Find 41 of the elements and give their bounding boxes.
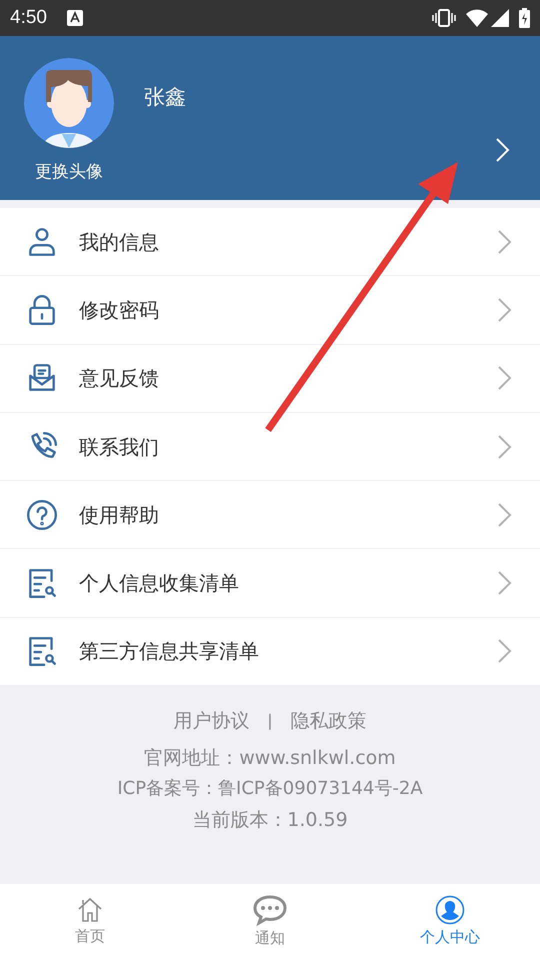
vibrate-icon (432, 9, 456, 27)
chevron-right-icon (496, 296, 514, 324)
website-text: 官网地址：www.snlkwl.com (144, 746, 396, 770)
chevron-right-icon (496, 432, 514, 461)
tab[interactable]: 个人中心 (360, 884, 540, 960)
avatar[interactable] (24, 58, 114, 148)
separator: | (267, 710, 273, 732)
menu-label: 使用帮助 (79, 502, 160, 529)
menu-label: 第三方信息共享清单 (79, 638, 260, 666)
help-icon (25, 498, 59, 532)
chevron-right-icon (496, 569, 514, 598)
home-icon (76, 896, 104, 924)
chevron-right-icon (496, 364, 514, 392)
icp-text: ICP备案号：鲁ICP备09073144号-2A (117, 777, 423, 802)
menu-item[interactable]: 修改密码 (0, 276, 540, 344)
battery-icon (519, 8, 530, 28)
profile-header[interactable]: 更换头像 张鑫 (0, 36, 540, 200)
chevron-right-icon (496, 500, 514, 529)
status-time: 4:50 (10, 6, 47, 30)
menu-item[interactable]: 使用帮助 (0, 481, 540, 548)
version-text: 当前版本：1.0.59 (192, 808, 348, 832)
menu-label: 意见反馈 (79, 365, 160, 392)
wifi-icon (466, 9, 488, 27)
chevron-right-icon (496, 228, 514, 256)
menu-item[interactable]: 联系我们 (0, 412, 540, 480)
signal-icon (491, 9, 509, 27)
menu-item[interactable]: 我的信息 (0, 208, 540, 276)
change-avatar-link[interactable]: 更换头像 (35, 160, 103, 186)
user-name: 张鑫 (144, 84, 186, 111)
menu-label: 个人信息收集清单 (79, 570, 240, 598)
chevron-right-icon (496, 637, 514, 666)
profile-icon (435, 895, 465, 926)
chevron-right-icon (494, 136, 512, 164)
menu-item[interactable]: 个人信息收集清单 (0, 549, 540, 617)
keyboard-icon (66, 10, 83, 26)
menu-label: 修改密码 (79, 296, 160, 324)
menu-item[interactable]: 第三方信息共享清单 (0, 618, 540, 686)
chat-bubble-icon (252, 894, 288, 926)
menu-item[interactable]: 意见反馈 (0, 344, 540, 412)
menu-label: 我的信息 (79, 228, 160, 256)
menu-label: 联系我们 (79, 434, 160, 461)
